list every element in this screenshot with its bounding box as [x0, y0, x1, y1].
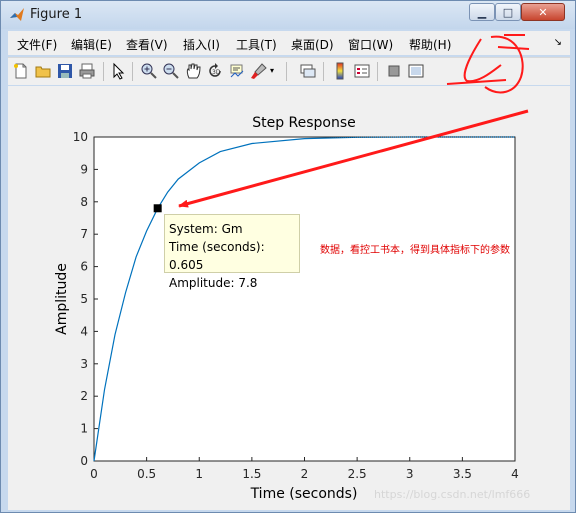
- show-plot-tools-icon[interactable]: [407, 62, 425, 80]
- toolbar-separator: [377, 62, 378, 81]
- new-figure-icon[interactable]: [12, 62, 30, 80]
- menu-window[interactable]: 窗口(W): [348, 36, 393, 53]
- hide-plot-tools-icon[interactable]: [385, 62, 403, 80]
- axes-background: [94, 137, 515, 461]
- toolbar-separator: [286, 62, 287, 81]
- svg-text:3D: 3D: [212, 69, 221, 76]
- menu-edit[interactable]: 编辑(E): [71, 36, 112, 53]
- print-figure-icon[interactable]: [78, 62, 96, 80]
- y-tick-label: 7: [80, 227, 88, 241]
- menu-insert[interactable]: 插入(I): [183, 36, 220, 53]
- x-tick-label: 3.5: [453, 467, 472, 481]
- datatip-box[interactable]: System: Gm Time (seconds): 0.605 Amplitu…: [164, 214, 300, 290]
- y-tick-label: 3: [80, 357, 88, 371]
- zoom-in-icon[interactable]: [140, 62, 158, 80]
- x-tick-label: 4: [511, 467, 519, 481]
- datatip-time: Time (seconds): 0.605: [169, 240, 265, 272]
- x-tick-label: 2.5: [348, 467, 367, 481]
- x-tick-label: 2: [301, 467, 309, 481]
- pan-icon[interactable]: [184, 62, 202, 80]
- menu-tools[interactable]: 工具(T): [236, 36, 277, 53]
- brush-icon[interactable]: [250, 62, 268, 80]
- figure-canvas[interactable]: 0 0.5 1 1.5 2 2.5 3 3.5 4 0 1 2 3 4 5 6 7 8 9 10 Step Respo…: [8, 86, 570, 510]
- y-tick-label: 6: [80, 260, 88, 274]
- figure-window: Figure 1 ▁ □ ✕ 文件(F) 编辑(E) 查看(V) 插入(I) 工…: [0, 0, 576, 513]
- x-tick-label: 1: [195, 467, 203, 481]
- maximize-button[interactable]: □: [495, 3, 521, 21]
- x-axis-label: Time (seconds): [250, 486, 358, 502]
- figure-toolbar: 3D ▾: [8, 57, 570, 85]
- toolbar-separator: [323, 62, 324, 81]
- window-title: Figure 1: [30, 7, 83, 22]
- close-button[interactable]: ✕: [521, 3, 565, 21]
- menu-desktop[interactable]: 桌面(D): [291, 36, 334, 53]
- save-figure-icon[interactable]: [56, 62, 74, 80]
- menu-help[interactable]: 帮助(H): [409, 36, 451, 53]
- datatip-system: System: Gm: [169, 222, 243, 236]
- edit-plot-icon[interactable]: [109, 62, 127, 80]
- zoom-out-icon[interactable]: [162, 62, 180, 80]
- minimize-button[interactable]: ▁: [469, 3, 495, 21]
- y-tick-label: 1: [80, 422, 88, 436]
- menu-bar: 文件(F) 编辑(E) 查看(V) 插入(I) 工具(T) 桌面(D) 窗口(W…: [8, 31, 570, 55]
- x-tick-label: 3: [406, 467, 414, 481]
- axes-plot[interactable]: 0 0.5 1 1.5 2 2.5 3 3.5 4 0 1 2 3 4 5 6 7 8 9 10 Step Respo…: [8, 86, 570, 510]
- y-tick-label: 5: [80, 292, 88, 306]
- y-tick-label: 2: [80, 389, 88, 403]
- x-tick-label: 1.5: [242, 467, 261, 481]
- plot-title: Step Response: [252, 115, 356, 131]
- y-tick-label: 10: [73, 130, 88, 144]
- data-cursor-icon[interactable]: [228, 62, 246, 80]
- datatip-marker[interactable]: [153, 204, 162, 213]
- open-file-icon[interactable]: [34, 62, 52, 80]
- colorbar-icon[interactable]: [331, 62, 349, 80]
- toolbar-separator: [103, 62, 104, 81]
- legend-icon[interactable]: [353, 62, 371, 80]
- y-tick-label: 9: [80, 162, 88, 176]
- toolbar-separator: [132, 62, 133, 81]
- menu-dock-arrow-icon[interactable]: ↘: [554, 37, 562, 48]
- link-plot-icon[interactable]: [299, 62, 317, 80]
- rotate-3d-icon[interactable]: 3D: [206, 62, 224, 80]
- title-bar[interactable]: Figure 1 ▁ □ ✕: [1, 1, 575, 29]
- datatip-amplitude: Amplitude: 7.8: [169, 276, 258, 290]
- y-tick-label: 8: [80, 195, 88, 209]
- menu-file[interactable]: 文件(F): [17, 36, 57, 53]
- matlab-logo-icon: [10, 8, 24, 21]
- x-tick-label: 0.5: [137, 467, 156, 481]
- annotation-note: 数据，看控工书本，得到具体指标下的参数: [320, 245, 510, 256]
- watermark: https://blog.csdn.net/lmf666: [374, 488, 531, 501]
- y-axis-label: Amplitude: [54, 263, 70, 335]
- menu-view[interactable]: 查看(V): [126, 36, 168, 53]
- y-tick-label: 0: [80, 454, 88, 468]
- x-tick-label: 0: [90, 467, 98, 481]
- y-tick-label: 4: [80, 324, 88, 338]
